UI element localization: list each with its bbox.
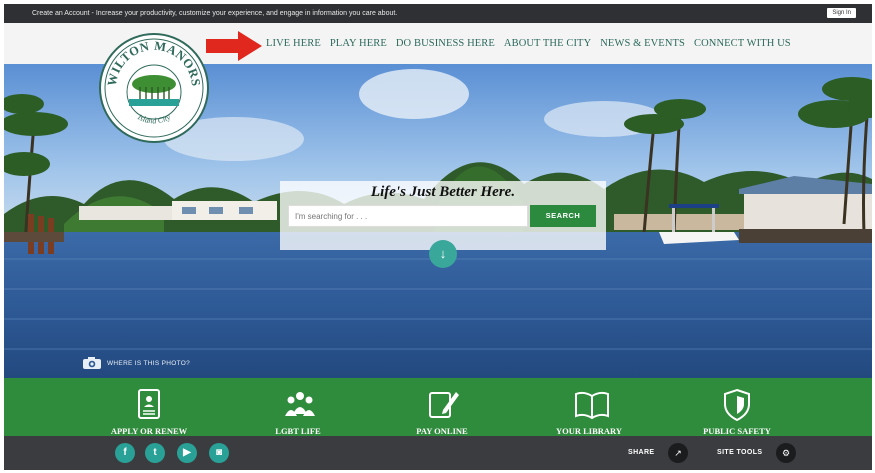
quick-link-pay-online[interactable]: PAY ONLINE — [382, 378, 502, 436]
nav-news-events[interactable]: NEWS & EVENTS — [600, 38, 685, 49]
site-tools-label[interactable]: SITE TOOLS — [717, 449, 763, 456]
quick-link-label: LGBT LIFE — [275, 426, 321, 436]
quick-link-label: PAY ONLINE — [416, 426, 468, 436]
account-bar: Create an Account - Increase your produc… — [4, 4, 872, 23]
sign-in-button[interactable]: Sign In — [827, 8, 856, 18]
city-seal-logo[interactable]: WILTON MANORS Island City — [98, 32, 210, 144]
search-button[interactable]: SEARCH — [530, 205, 596, 227]
nav-about-the-city[interactable]: ABOUT THE CITY — [504, 38, 591, 49]
photo-location-label: WHERE IS THIS PHOTO? — [107, 359, 191, 367]
search-input[interactable] — [289, 206, 527, 227]
quick-links-bar: APPLY OR RENEW LGBT LIFE PAY ONLINE YOUR… — [4, 378, 872, 436]
search-field[interactable] — [288, 205, 528, 227]
youtube-icon[interactable]: ▶ — [177, 443, 197, 463]
quick-link-label: YOUR LIBRARY — [555, 426, 623, 436]
nav-live-here[interactable]: LIVE HERE — [266, 38, 321, 49]
browser-page: Create an Account - Increase your produc… — [4, 4, 872, 470]
share-button[interactable]: ↗ — [668, 443, 688, 463]
share-label[interactable]: SHARE — [628, 449, 655, 456]
footer-bar: f t ▶ ◙ SHARE ↗ SITE TOOLS ⚙ — [4, 436, 872, 470]
pay-icon — [429, 392, 459, 418]
quick-link-public-safety[interactable]: PUBLIC SAFETY — [677, 378, 797, 436]
quick-link-label: APPLY OR RENEW — [110, 426, 188, 436]
quick-link-your-library[interactable]: YOUR LIBRARY — [529, 378, 649, 436]
shield-icon — [724, 388, 750, 422]
arrow-down-icon: ↓ — [439, 246, 447, 261]
book-icon — [575, 391, 609, 420]
nav-play-here[interactable]: PLAY HERE — [330, 38, 387, 49]
red-arrow-annotation — [206, 31, 262, 61]
share-icon: ↗ — [674, 448, 682, 458]
people-icon — [285, 392, 315, 416]
nav-do-business-here[interactable]: DO BUSINESS HERE — [396, 38, 495, 49]
create-account-message[interactable]: Create an Account - Increase your produc… — [32, 4, 397, 23]
site-tools-button[interactable]: ⚙ — [776, 443, 796, 463]
gear-icon: ⚙ — [781, 448, 791, 458]
scroll-down-button[interactable]: ↓ — [429, 240, 457, 268]
tagline: Life's Just Better Here. — [370, 184, 516, 200]
nav-connect-with-us[interactable]: CONNECT WITH US — [694, 38, 791, 49]
twitter-icon[interactable]: t — [145, 443, 165, 463]
photo-location-link[interactable]: WHERE IS THIS PHOTO? — [82, 355, 190, 371]
nav-links: LIVE HERE PLAY HERE DO BUSINESS HERE ABO… — [266, 23, 800, 64]
camera-icon — [83, 357, 101, 369]
instagram-icon[interactable]: ◙ — [209, 443, 229, 463]
facebook-icon[interactable]: f — [115, 443, 135, 463]
quick-link-label: PUBLIC SAFETY — [703, 426, 771, 436]
quick-link-apply-renew[interactable]: APPLY OR RENEW — [89, 378, 209, 436]
document-icon — [138, 389, 160, 419]
quick-link-lgbt-life[interactable]: LGBT LIFE — [238, 378, 358, 436]
